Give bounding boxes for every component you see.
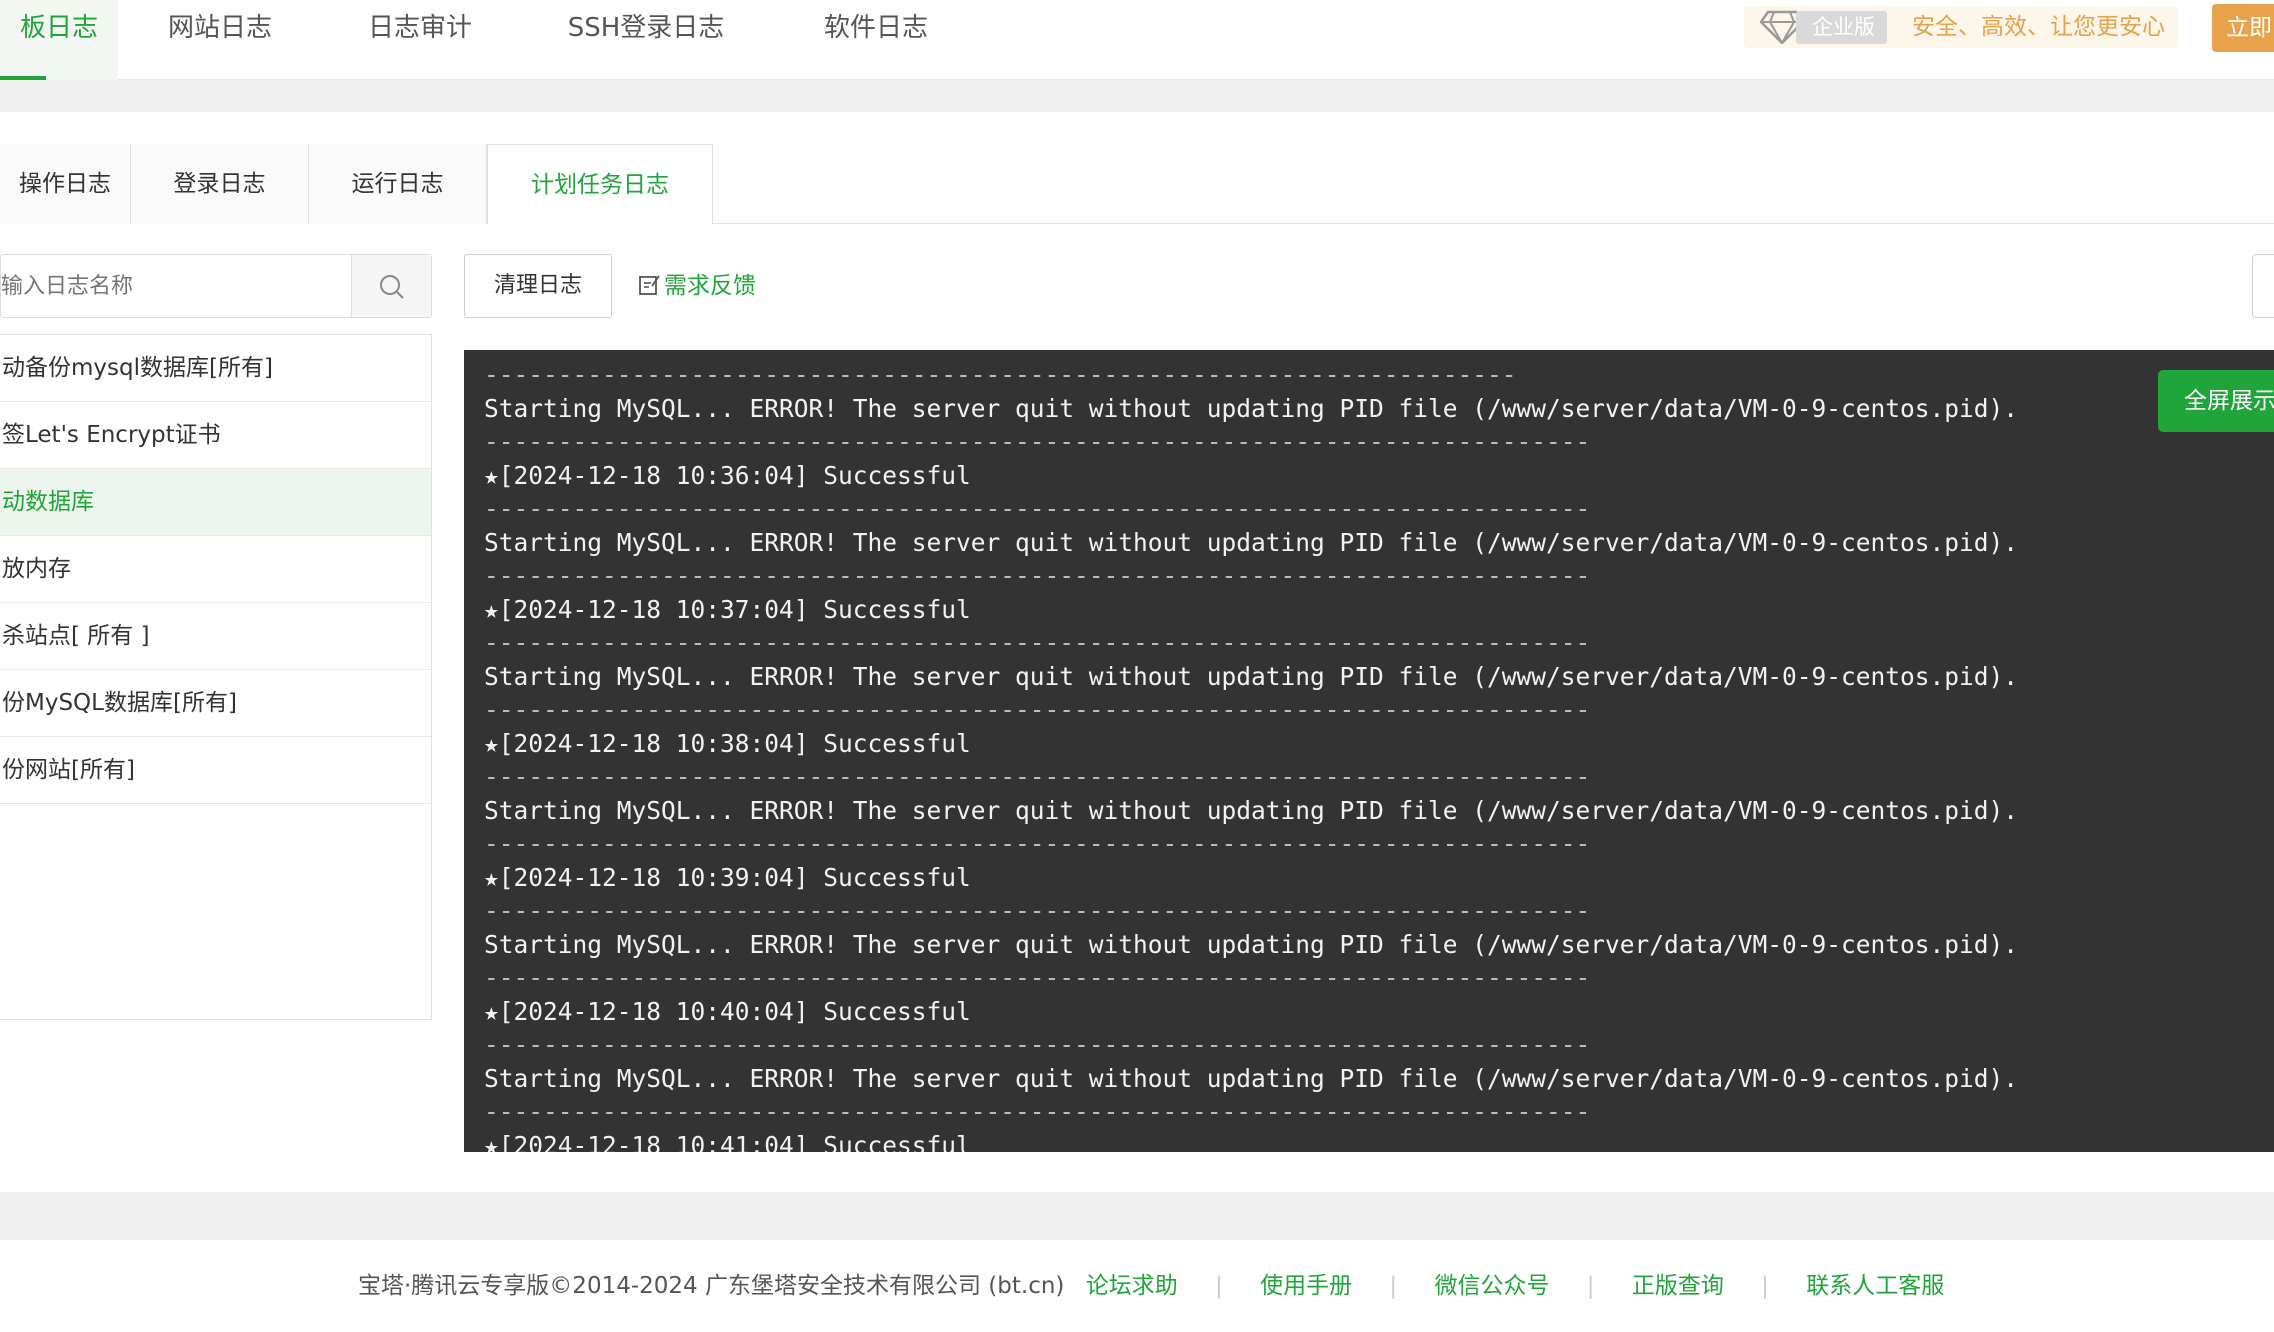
feedback-link[interactable]: 需求反馈 [638, 254, 756, 318]
search-input[interactable] [1, 255, 351, 317]
buy-now-button[interactable]: 立即 [2212, 4, 2274, 52]
log-line: ----------------------------------------… [484, 963, 1591, 992]
list-item[interactable]: 签Let's Encrypt证书 [0, 402, 431, 469]
footer-content: 宝塔·腾讯云专享版©2014-2024 广东堡塔安全技术有限公司 (bt.cn)… [358, 1240, 1944, 1332]
top-nav: 板日志 网站日志 日志审计 SSH登录日志 软件日志 企业版 安全、高效、让您更… [0, 0, 2274, 80]
footer-link-support[interactable]: 联系人工客服 [1806, 1273, 1944, 1299]
divider: | [1215, 1273, 1223, 1299]
fullscreen-button[interactable]: 全屏展示 [2158, 370, 2274, 432]
clear-log-button[interactable]: 清理日志 [464, 254, 612, 318]
log-line: Starting MySQL... ERROR! The server quit… [484, 527, 2019, 557]
footer-link-verify[interactable]: 正版查询 [1632, 1273, 1724, 1299]
log-line: ★[2024-12-18 10:36:04] Successful [484, 460, 971, 490]
footer: 宝塔·腾讯云专享版©2014-2024 广东堡塔安全技术有限公司 (bt.cn)… [0, 1240, 2274, 1332]
log-line: ----------------------------------------… [484, 1097, 1591, 1126]
log-line: ----------------------------------------… [484, 695, 1591, 724]
log-line: ----------------------------------------… [484, 628, 1591, 657]
top-tab-ssh-log[interactable]: SSH登录日志 [556, 0, 736, 80]
log-line: ★[2024-12-18 10:37:04] Successful [484, 594, 971, 624]
task-list: 动备份mysql数据库[所有] 签Let's Encrypt证书 动数据库 放内… [0, 334, 432, 1020]
log-line: Starting MySQL... ERROR! The server quit… [484, 795, 2019, 825]
footer-link-wechat[interactable]: 微信公众号 [1434, 1273, 1549, 1299]
sub-tab-cron-log[interactable]: 计划任务日志 [487, 144, 713, 225]
log-console[interactable]: ★[2024-12-18 10:41:04] Successful -------… [464, 350, 2274, 1152]
sub-tabs: 操作日志 登录日志 运行日志 计划任务日志 [0, 144, 2274, 225]
footer-link-forum[interactable]: 论坛求助 [1086, 1273, 1178, 1299]
list-item[interactable]: 份网站[所有] [0, 737, 431, 804]
log-line: ----------------------------------------… [484, 896, 1591, 925]
refresh-button[interactable] [2252, 254, 2274, 318]
list-item[interactable]: 份MySQL数据库[所有] [0, 670, 431, 737]
log-search [0, 254, 432, 318]
footer-link-manual[interactable]: 使用手册 [1260, 1273, 1352, 1299]
search-icon [380, 275, 404, 299]
list-item[interactable]: 动数据库 [0, 469, 431, 536]
log-line: Starting MySQL... ERROR! The server quit… [484, 661, 2019, 691]
top-tab-panel-log[interactable]: 板日志 [0, 0, 118, 80]
log-line: ----------------------------------------… [484, 762, 1591, 791]
log-line: ★[2024-12-18 10:41:04] Successful [484, 1130, 971, 1153]
log-line: Starting MySQL... ERROR! The server quit… [484, 1063, 2019, 1093]
top-tab-site-log[interactable]: 网站日志 [150, 0, 290, 80]
log-line: Starting MySQL... ERROR! The server quit… [484, 929, 2019, 959]
divider: | [1761, 1273, 1769, 1299]
log-line: Starting MySQL... ERROR! The server quit… [484, 393, 2019, 423]
log-line: ★[2024-12-18 10:39:04] Successful [484, 862, 971, 892]
divider: | [1389, 1273, 1398, 1299]
feedback-label: 需求反馈 [664, 273, 756, 299]
top-tab-software-log[interactable]: 软件日志 [806, 0, 946, 80]
copyright-text: 宝塔·腾讯云专享版©2014-2024 广东堡塔安全技术有限公司 (bt.cn) [358, 1273, 1065, 1299]
list-item[interactable]: 放内存 [0, 536, 431, 603]
enterprise-promo[interactable]: 企业版 安全、高效、让您更安心 [1744, 6, 2178, 48]
promo-slogan: 安全、高效、让您更安心 [1912, 14, 2165, 40]
log-line: ----------------------------------------… [484, 360, 1517, 389]
sub-tab-login-log[interactable]: 登录日志 [131, 144, 309, 224]
log-line: ----------------------------------------… [484, 494, 1591, 523]
enterprise-badge: 企业版 [1796, 11, 1887, 44]
sub-tab-operation-log[interactable]: 操作日志 [0, 144, 131, 224]
main-panel: 操作日志 登录日志 运行日志 计划任务日志 动备份mysql数据库[所有] 签L… [0, 112, 2274, 1192]
log-line: ----------------------------------------… [484, 427, 1591, 456]
list-item[interactable]: 动备份mysql数据库[所有] [0, 335, 431, 402]
log-line: ----------------------------------------… [484, 1030, 1591, 1059]
log-line: ★[2024-12-18 10:38:04] Successful [484, 728, 971, 758]
log-line: ----------------------------------------… [484, 561, 1591, 590]
divider: | [1586, 1273, 1595, 1299]
search-button[interactable] [351, 255, 431, 317]
log-line: ----------------------------------------… [484, 829, 1591, 858]
log-line: ★[2024-12-18 10:40:04] Successful [484, 996, 971, 1026]
sub-tab-run-log[interactable]: 运行日志 [309, 144, 487, 224]
top-tab-log-audit[interactable]: 日志审计 [350, 0, 490, 80]
edit-icon [639, 275, 660, 295]
list-item[interactable]: 杀站点[ 所有 ] [0, 603, 431, 670]
